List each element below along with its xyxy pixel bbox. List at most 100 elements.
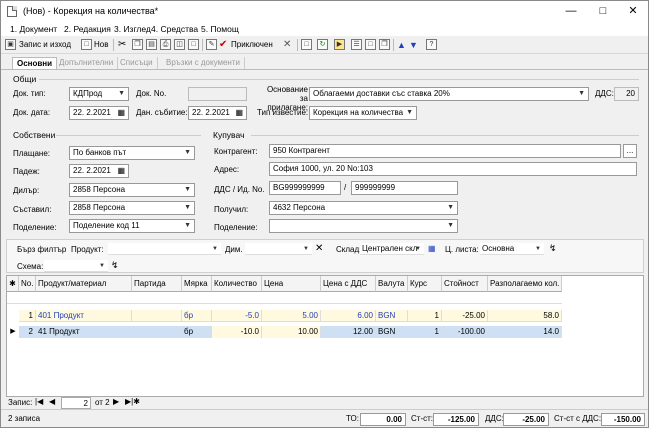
maximize-button[interactable]: □ <box>589 3 617 19</box>
post-button[interactable]: Приключен <box>231 38 273 52</box>
column-header-value[interactable]: Стойност <box>442 276 488 292</box>
print-icon[interactable]: ⎙ <box>160 39 171 50</box>
doc-date-field[interactable]: 22. 2.2021 ▦ <box>69 106 129 120</box>
scheme-options-icon[interactable]: ↯ <box>111 260 119 271</box>
buyer-division-select[interactable]: ▼ <box>269 219 458 233</box>
column-header-rate[interactable]: Курс <box>408 276 442 292</box>
vat-rate-field[interactable]: 20 <box>614 87 639 101</box>
product-filter-input[interactable]: ▼ <box>108 243 221 255</box>
receiver-label: Получил: <box>214 205 249 214</box>
contractor-field[interactable]: 950 Контрагент <box>269 144 621 158</box>
new-button[interactable]: Нов <box>94 38 108 52</box>
author-select[interactable]: 2858 Персона ▼ <box>69 201 195 215</box>
document-icon-2[interactable]: □ <box>188 39 199 50</box>
store-select[interactable]: Централен скл ▼ <box>360 243 424 255</box>
next-record-icon[interactable]: ▶ <box>113 397 119 406</box>
menu-tools[interactable]: 4. Средства <box>151 24 198 34</box>
address-field[interactable]: София 1000, ул. 20 No:103 <box>269 162 637 176</box>
quick-filter-label: Бърз филтър <box>17 245 67 254</box>
column-header-price[interactable]: Цена <box>262 276 321 292</box>
new-page-icon[interactable]: □ <box>365 39 376 50</box>
record-navigator: Запис: |◀ ◀ 2 от 2 ▶ ▶|✱ <box>1 397 648 409</box>
menu-edit[interactable]: 2. Редакция <box>64 24 111 34</box>
last-record-icon[interactable]: ▶|✱ <box>125 397 140 406</box>
id-number-field[interactable]: 999999999 <box>351 181 458 195</box>
product-filter-label: Продукт: <box>71 245 104 254</box>
filter-options-icon[interactable]: ↯ <box>549 243 557 254</box>
copy-document-icon[interactable]: ◫ <box>174 39 185 50</box>
edit-document-icon[interactable]: ✎ <box>206 39 217 50</box>
tab-lists[interactable]: Списъци <box>116 57 158 69</box>
copy-icon[interactable]: ❐ <box>132 39 143 50</box>
notice-type-select[interactable]: Корекция на количества ▼ <box>309 106 417 120</box>
cut-icon[interactable]: ✂ <box>118 38 126 52</box>
menu-document[interactable]: 1. Документ <box>10 24 57 34</box>
vat-number-field[interactable]: BG999999999 <box>269 181 341 195</box>
minimize-button[interactable]: — <box>557 3 585 19</box>
menu-help[interactable]: 5. Помощ <box>201 24 239 34</box>
table-row[interactable]: 2 41 Продукт бр -10.0 10.00 12.00 BGN 1 … <box>19 326 562 338</box>
arrow-up-icon[interactable]: ▲ <box>397 38 406 52</box>
quick-filter-panel: Бърз филтър Продукт: ▼ Дим. ▼ ✕ Склад: Ц… <box>6 239 644 273</box>
column-header-qty[interactable]: Количество <box>212 276 262 292</box>
author-label: Съставил: <box>13 205 52 214</box>
due-date-field[interactable]: 22. 2.2021 ▦ <box>69 164 129 178</box>
column-header-price-vat[interactable]: Цена с ДДС <box>321 276 376 292</box>
tab-additional[interactable]: Допълнителни <box>55 57 119 69</box>
column-header-currency[interactable]: Валута <box>376 276 408 292</box>
current-record-input[interactable]: 2 <box>61 397 91 409</box>
vat-total: -25.00 <box>503 413 549 426</box>
dealer-select[interactable]: 2858 Персона ▼ <box>69 183 195 197</box>
open-folder-icon[interactable]: ▶ <box>334 39 345 50</box>
tab-main[interactable]: Основни <box>12 57 58 69</box>
tax-date-field[interactable]: 22. 2.2021 ▦ <box>188 106 247 120</box>
column-header-no[interactable]: No. <box>19 276 36 292</box>
calendar-icon: ▦ <box>117 166 125 175</box>
close-button[interactable]: ✕ <box>619 3 647 19</box>
cost-vat-label: Ст-ст с ДДС: <box>554 414 602 423</box>
list-icon[interactable]: ☰ <box>351 39 362 50</box>
table-row[interactable]: 1 401 Продукт бр -5.0 5.00 6.00 BGN 1 -2… <box>19 310 562 322</box>
arrow-down-icon[interactable]: ▼ <box>409 38 418 52</box>
delete-icon[interactable]: ✕ <box>283 38 291 52</box>
duplicate-icon[interactable]: ❐ <box>379 39 390 50</box>
tab-strip: Основни Допълнителни Списъци Връзки с до… <box>1 55 648 69</box>
contractor-lookup-button[interactable]: ... <box>623 144 637 158</box>
items-grid: ✱ No. Продукт/материал Партида Мярка Кол… <box>6 275 644 397</box>
doc-no-field[interactable] <box>188 87 247 101</box>
column-header-available[interactable]: Разполагаемо кол. <box>488 276 562 292</box>
own-division-select[interactable]: Поделение код 11 ▼ <box>69 219 195 233</box>
store-settings-icon[interactable]: ▦ <box>428 244 436 253</box>
menu-view[interactable]: 3. Изглед <box>114 24 151 34</box>
column-header-unit[interactable]: Мярка <box>182 276 212 292</box>
payment-select[interactable]: По банков път ▼ <box>69 146 195 160</box>
tax-date-label: Дан. събитие: <box>136 108 188 117</box>
clear-filter-icon[interactable]: ✕ <box>315 243 323 254</box>
chevron-down-icon: ▼ <box>118 90 125 97</box>
help-icon[interactable]: ? <box>426 39 437 50</box>
receiver-select[interactable]: 4632 Персона ▼ <box>269 201 458 215</box>
tab-document-links[interactable]: Връзки с документи <box>162 57 245 69</box>
toolbar: ▣ Запис и изход □ Нов ✂ ❐ ▤ ⎙ ◫ □ ✎ ✔ Пр… <box>1 36 648 54</box>
paste-icon[interactable]: ▤ <box>146 39 157 50</box>
window-title: (Нов) - Корекция на количества* <box>23 6 159 16</box>
empty-row <box>7 292 562 304</box>
scheme-select[interactable]: ▼ <box>44 260 108 272</box>
refresh-icon[interactable]: ↻ <box>317 39 328 50</box>
contractor-label: Контрагент: <box>214 147 258 156</box>
column-header-product[interactable]: Продукт/материал <box>36 276 132 292</box>
document-window: (Нов) - Корекция на количества* — □ ✕ 1.… <box>0 0 649 428</box>
first-record-icon[interactable]: |◀ <box>35 397 43 406</box>
prev-record-icon[interactable]: ◀ <box>49 397 55 406</box>
doc-type-select[interactable]: КДПрод ▼ <box>69 87 129 101</box>
column-header-batch[interactable]: Партида <box>132 276 182 292</box>
basis-select[interactable]: Облагаеми доставки със ставка 20% ▼ <box>309 87 589 101</box>
chevron-down-icon: ▼ <box>184 149 191 156</box>
record-count-label: от 2 <box>95 398 110 407</box>
chevron-down-icon: ▼ <box>578 90 585 97</box>
page-icon[interactable]: □ <box>301 39 312 50</box>
save-exit-button[interactable]: Запис и изход <box>19 38 71 52</box>
price-list-select[interactable]: Основна ▼ <box>480 243 544 255</box>
chevron-down-icon: ▼ <box>447 222 454 229</box>
dim-filter-input[interactable]: ▼ <box>245 243 312 255</box>
